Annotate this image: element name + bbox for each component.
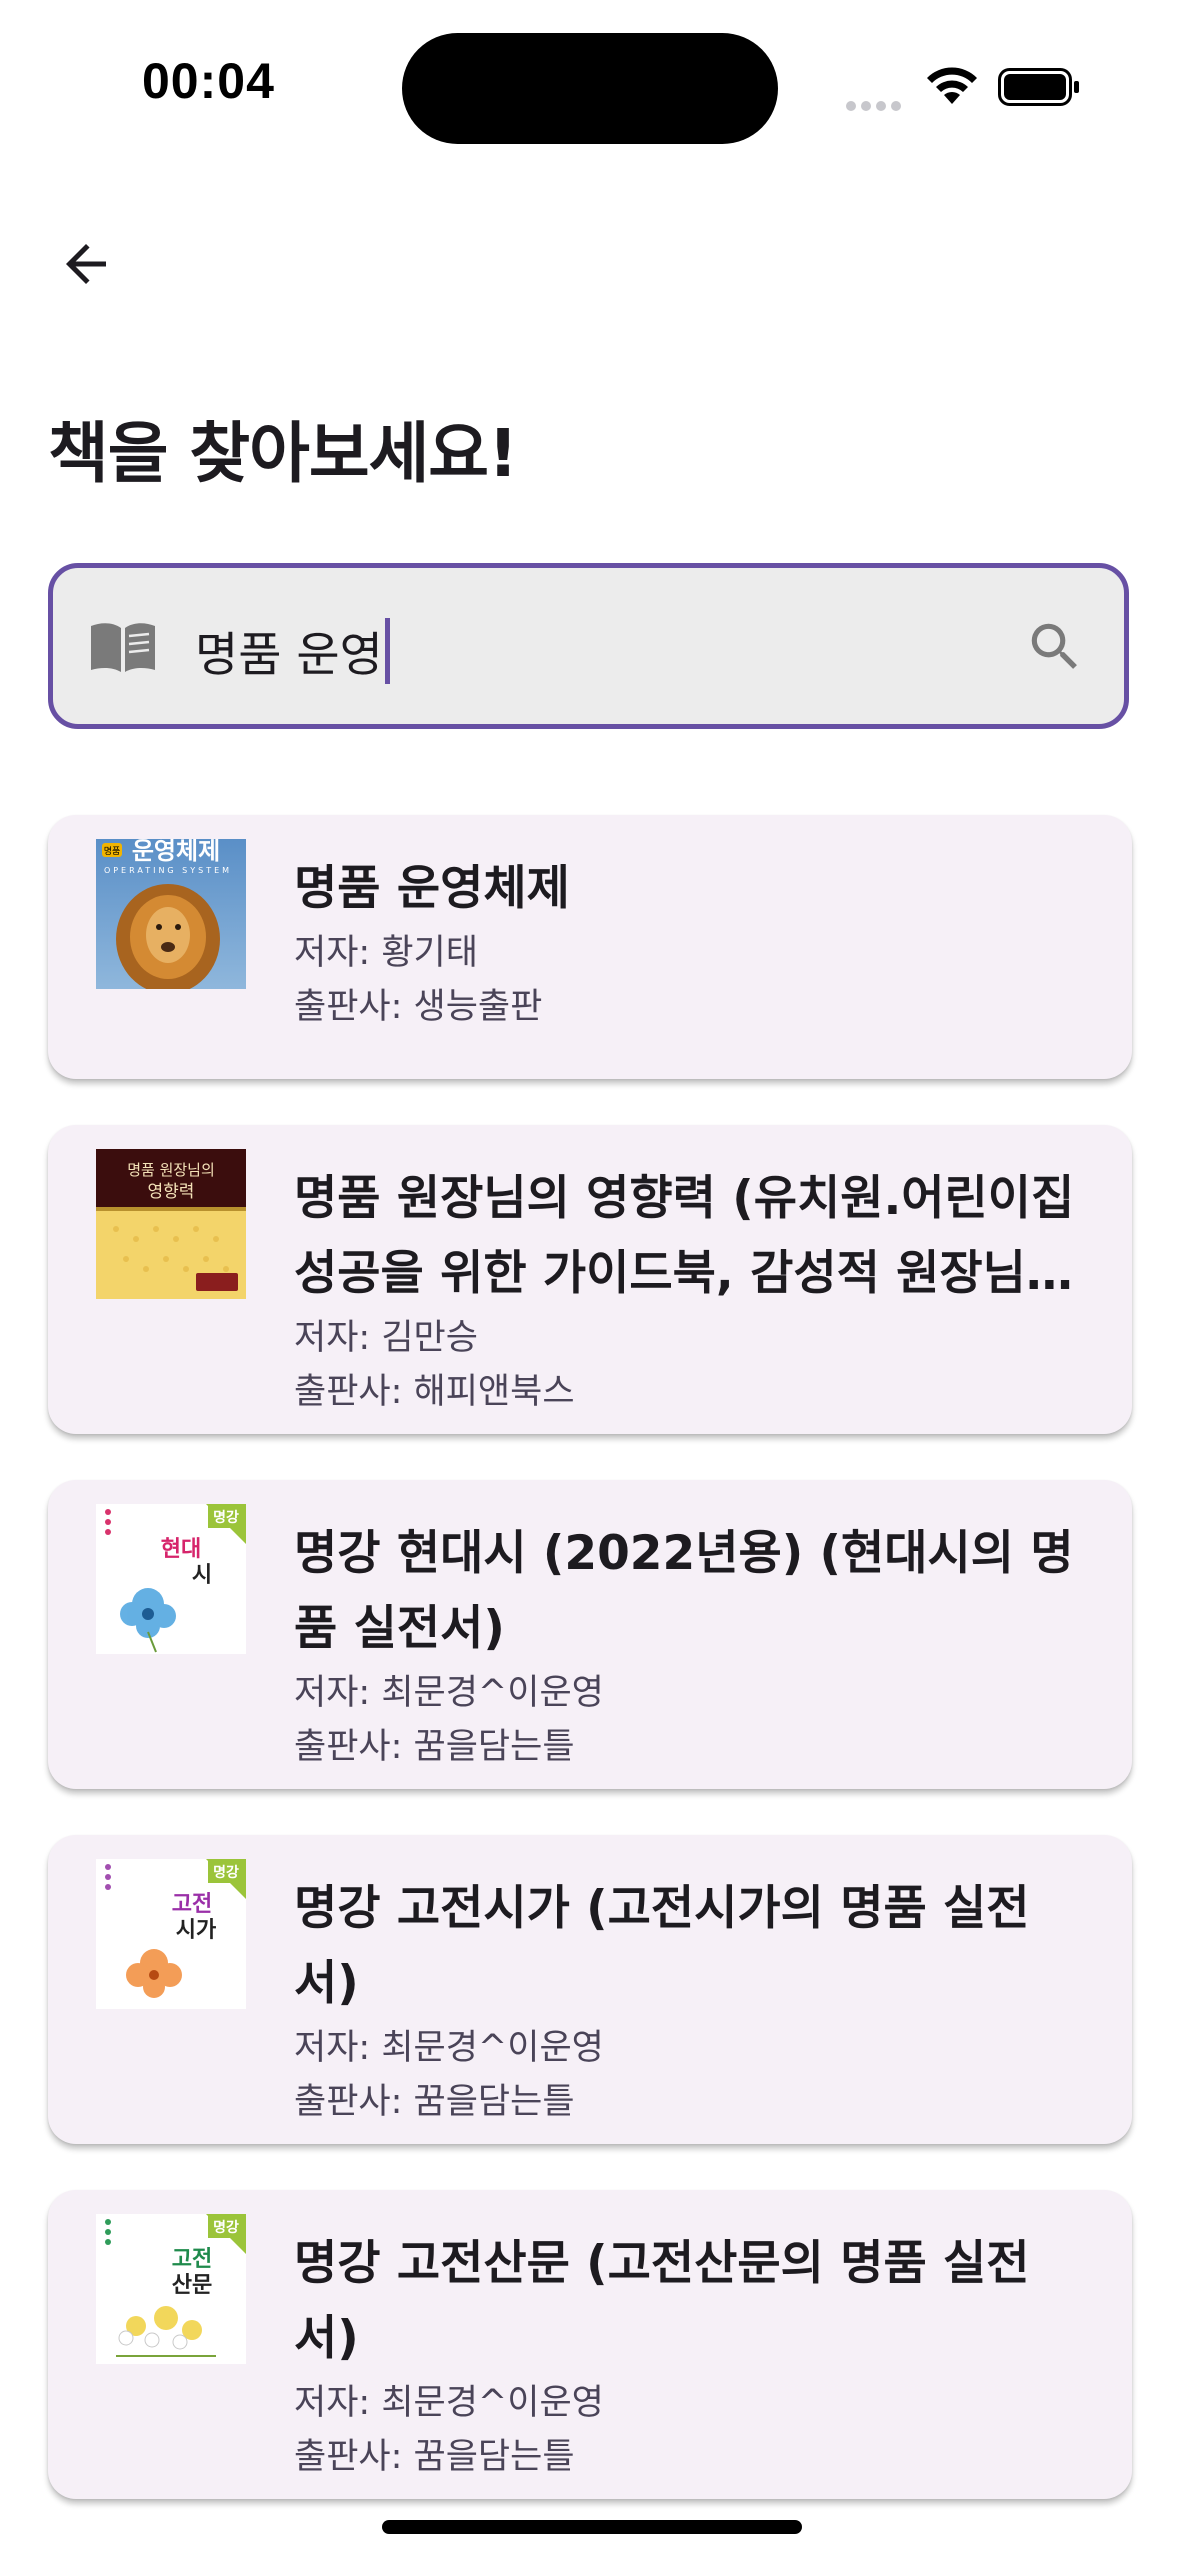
book-author: 저자: 황기태 — [294, 933, 478, 973]
cover-title: 운영체제 — [132, 839, 220, 865]
book-author: 저자: 최문경^이운영 — [294, 2028, 604, 2068]
book-title: 명품 운영체제 — [294, 861, 570, 916]
text-caret — [384, 617, 390, 684]
book-author: 저자: 최문경^이운영 — [294, 2383, 604, 2423]
cover-title-line1: 현대 — [161, 1537, 201, 1562]
book-card[interactable]: 명품 원장님의 영향력 명품 원장님의 영향력 (유치원.어린이집 성공을 위한… — [48, 1125, 1132, 1434]
status-time: 00:04 — [142, 53, 275, 109]
book-cover-image: 명강 고전 산문 — [96, 2214, 246, 2364]
wifi-icon — [927, 67, 977, 104]
book-publisher: 출판사: 생능출판 — [294, 987, 543, 1027]
cover-title-line2: 시 — [192, 1563, 212, 1588]
search-query-text: 명품 운영 — [195, 628, 383, 683]
book-cover-image: 명강 고전 시가 — [96, 1859, 246, 2009]
cover-subtitle: OPERATING SYSTEM — [104, 866, 232, 875]
cover-title-line1: 명품 원장님의 — [127, 1161, 215, 1179]
book-title: 명품 원장님의 영향력 (유치원.어린이집 성공을 위한 가이드북, 감성적 원… — [294, 1171, 1075, 1301]
search-input[interactable]: 명품 운영 — [48, 563, 1129, 729]
book-publisher: 출판사: 해피앤북스 — [294, 1372, 575, 1412]
book-publisher: 출판사: 꿈을담는틀 — [294, 1727, 575, 1767]
screen: 00:04 책을 찾아보세요! 명품 운영 명품 운영체제 OPERATING … — [0, 0, 1179, 2556]
book-card[interactable]: 명강 고전 산문 명강 고전산문 (고전산문의 명품 실전서) 저자: 최문경^… — [48, 2190, 1132, 2499]
cover-badge: 명강 — [213, 2219, 239, 2236]
battery-icon — [998, 68, 1079, 106]
arrow-back-icon — [66, 244, 106, 284]
book-cover-image: 명품 원장님의 영향력 — [96, 1149, 246, 1299]
book-card[interactable]: 명강 현대 시 명강 현대시 (2022년용) (현대시의 명품 실전서) 저자… — [48, 1480, 1132, 1789]
home-indicator[interactable] — [382, 2520, 802, 2534]
cover-title-line1: 고전 — [172, 2247, 212, 2272]
cover-badge: 명강 — [213, 1864, 239, 1881]
book-publisher: 출판사: 꿈을담는틀 — [294, 2082, 575, 2122]
cellular-signal-icon — [846, 96, 906, 115]
book-author: 저자: 김만승 — [294, 1318, 478, 1358]
search-results-list: 명품 운영체제 OPERATING SYSTEM 명품 운영체제 저자: 황기태… — [48, 815, 1132, 2545]
book-title: 명강 고전산문 (고전산문의 명품 실전서) — [294, 2236, 1030, 2366]
book-title: 명강 현대시 (2022년용) (현대시의 명품 실전서) — [294, 1526, 1074, 1656]
search-icon[interactable] — [1024, 616, 1086, 678]
cover-badge: 명강 — [213, 1509, 239, 1526]
cover-badge: 명품 — [104, 846, 121, 857]
book-title: 명강 고전시가 (고전시가의 명품 실전서) — [294, 1881, 1030, 2011]
cover-title-line1: 고전 — [172, 1892, 212, 1917]
back-button[interactable] — [48, 226, 124, 302]
search-query: 명품 운영 — [195, 616, 390, 685]
book-card[interactable]: 명품 운영체제 OPERATING SYSTEM 명품 운영체제 저자: 황기태… — [48, 815, 1132, 1079]
cover-title-line2: 영향력 — [148, 1182, 195, 1202]
book-author: 저자: 최문경^이운영 — [294, 1673, 604, 1713]
book-open-icon — [91, 623, 155, 672]
page-title: 책을 찾아보세요! — [48, 415, 518, 492]
cover-title-line2: 시가 — [176, 1918, 216, 1943]
dynamic-island — [402, 33, 778, 144]
book-card[interactable]: 명강 고전 시가 명강 고전시가 (고전시가의 명품 실전서) 저자: 최문경^… — [48, 1835, 1132, 2144]
book-cover-image: 명강 현대 시 — [96, 1504, 246, 1654]
book-publisher: 출판사: 꿈을담는틀 — [294, 2437, 575, 2477]
book-cover-image: 명품 운영체제 OPERATING SYSTEM — [96, 839, 246, 989]
cover-title-line2: 산문 — [172, 2273, 212, 2298]
